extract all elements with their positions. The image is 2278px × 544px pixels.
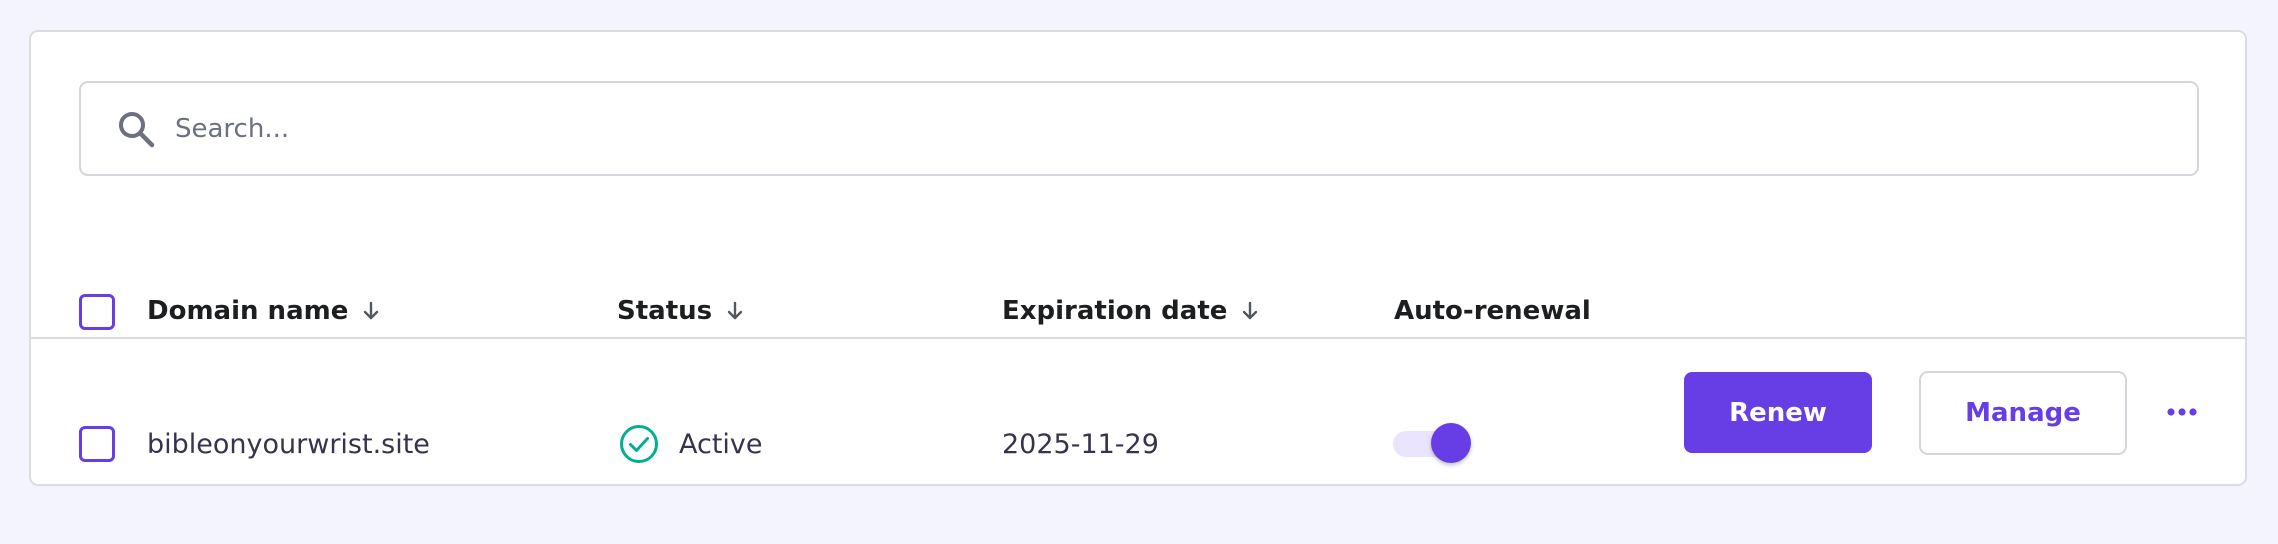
status-label: Active xyxy=(679,428,763,460)
arrow-down-icon xyxy=(1243,301,1258,320)
more-options-button[interactable] xyxy=(2162,397,2202,427)
column-header-expiration-date[interactable]: Expiration date xyxy=(1002,294,1259,328)
column-header-domain-name-label: Domain name xyxy=(147,296,349,326)
status-cell: Active xyxy=(619,425,763,463)
domain-name-cell[interactable]: bibleonyourwrist.site xyxy=(147,426,430,462)
domains-card: Domain name Status Expiration date Auto-… xyxy=(29,30,2247,486)
search-box[interactable] xyxy=(79,81,2199,176)
column-header-domain-name[interactable]: Domain name xyxy=(147,294,380,328)
row-select-checkbox[interactable] xyxy=(79,426,115,462)
column-header-auto-renewal: Auto-renewal xyxy=(1394,294,1591,328)
toggle-knob xyxy=(1431,423,1471,463)
manage-button[interactable]: Manage xyxy=(1919,371,2127,455)
search-icon xyxy=(119,112,155,148)
column-header-status[interactable]: Status xyxy=(617,294,744,328)
column-header-auto-renewal-label: Auto-renewal xyxy=(1394,296,1591,326)
auto-renewal-toggle[interactable] xyxy=(1393,423,1473,463)
column-header-expiration-date-label: Expiration date xyxy=(1002,296,1228,326)
search-input[interactable] xyxy=(175,103,2155,155)
check-circle-icon xyxy=(620,425,658,463)
renew-button[interactable]: Renew xyxy=(1684,372,1872,453)
arrow-down-icon xyxy=(364,301,379,320)
header-divider xyxy=(31,337,2245,339)
column-header-status-label: Status xyxy=(617,296,713,326)
more-horizontal-icon xyxy=(2167,408,2197,416)
expiration-date-cell: 2025-11-29 xyxy=(1002,428,1159,460)
select-all-checkbox[interactable] xyxy=(79,294,115,330)
arrow-down-icon xyxy=(727,301,743,320)
